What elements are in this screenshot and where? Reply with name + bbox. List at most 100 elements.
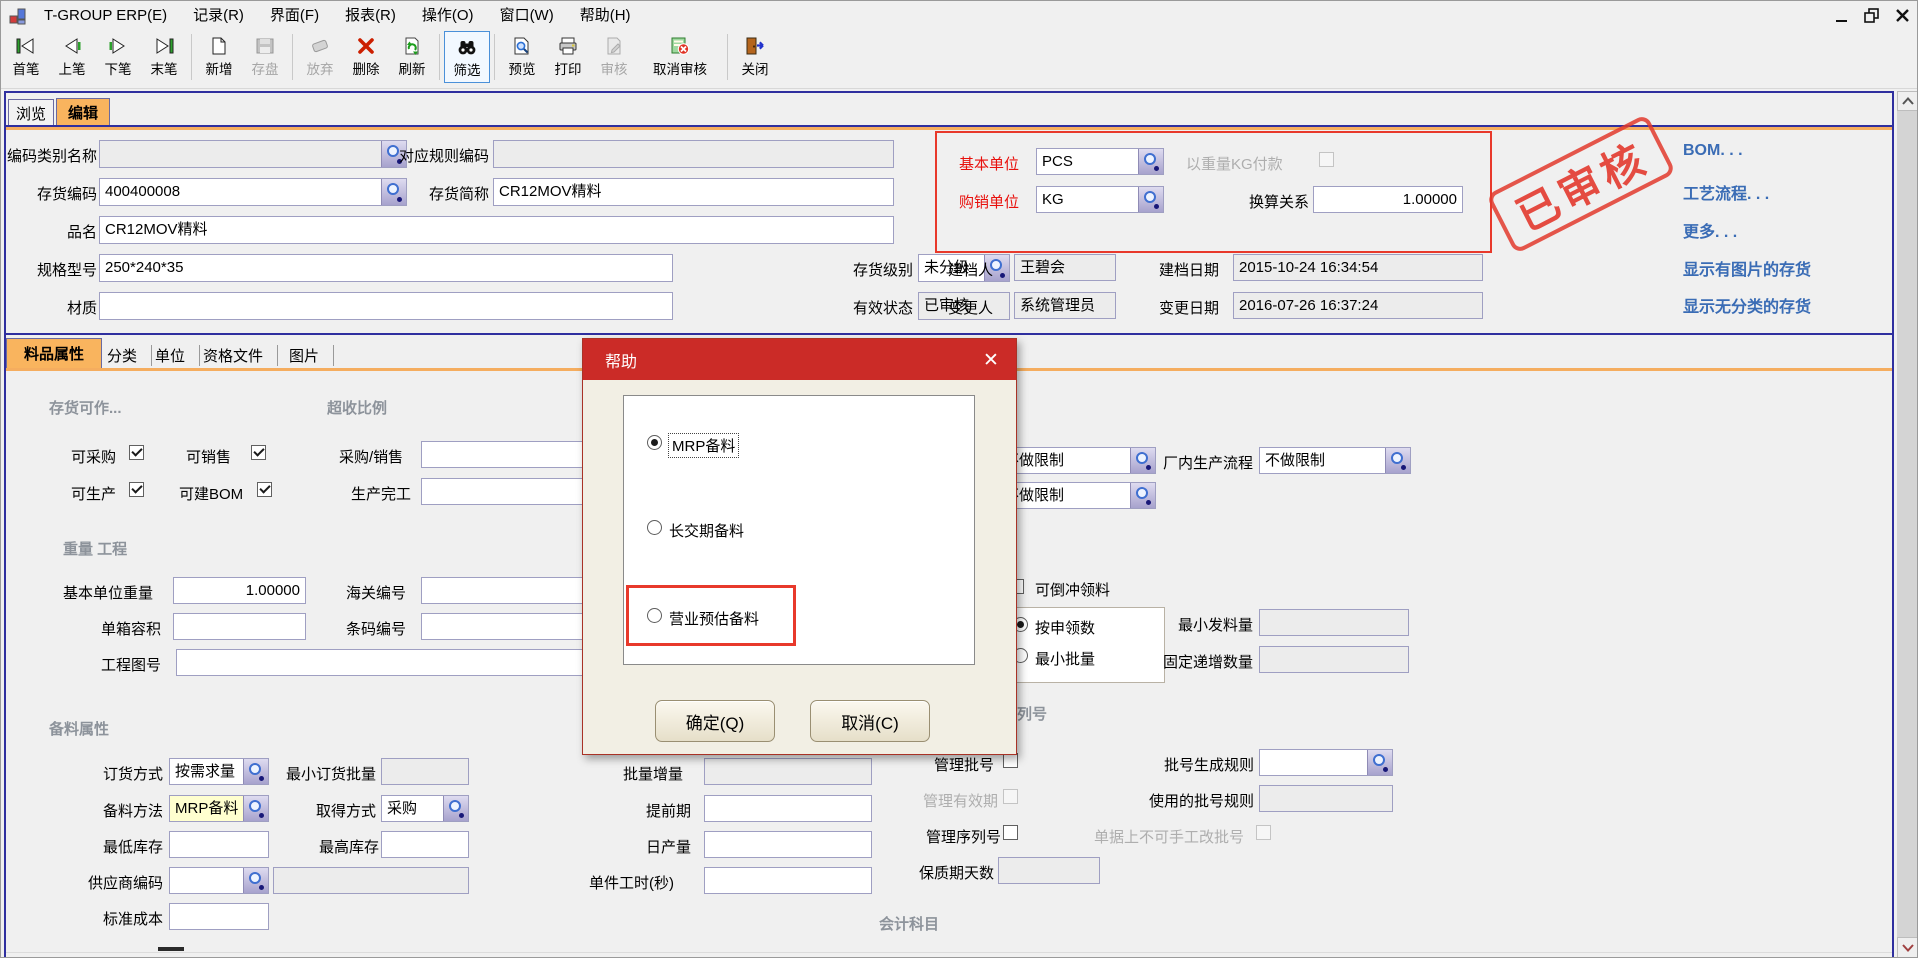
link-show-with-image[interactable]: 显示有图片的存货: [1683, 256, 1811, 280]
menu-operation[interactable]: 操作(O): [409, 1, 487, 31]
lookup-icon[interactable]: [243, 795, 269, 822]
menu-report[interactable]: 报表(R): [332, 1, 409, 31]
audit-button: 审核: [591, 31, 637, 83]
daily-output-field[interactable]: [704, 831, 872, 858]
manage-serial-checkbox[interactable]: [1003, 825, 1018, 840]
menu-record[interactable]: 记录(R): [180, 1, 257, 31]
product-name-field[interactable]: CR12MOV精料: [99, 216, 894, 244]
help-dialog-titlebar[interactable]: 帮助: [583, 339, 1016, 380]
refresh-button[interactable]: 刷新: [389, 31, 435, 83]
spec-field[interactable]: 250*240*35: [99, 254, 673, 282]
filter-button[interactable]: 筛选: [444, 31, 490, 83]
order-mode-field[interactable]: 按需求量: [169, 758, 269, 785]
option-long-lead-label[interactable]: 长交期备料: [669, 520, 744, 541]
box-volume-field[interactable]: [173, 613, 306, 640]
link-show-unclassified[interactable]: 显示无分类的存货: [1683, 293, 1811, 317]
menu-window[interactable]: 窗口(W): [487, 1, 567, 31]
supplier-code-field[interactable]: [169, 867, 269, 894]
base-unit-field[interactable]: PCS: [1036, 148, 1164, 175]
lookup-icon[interactable]: [1367, 749, 1393, 776]
print-button[interactable]: 打印: [545, 31, 591, 83]
factory-flow-field[interactable]: 不做限制: [1259, 447, 1411, 474]
restore-icon[interactable]: [1864, 8, 1880, 29]
fixed-increment-label: 固定递增数量: [1163, 651, 1253, 672]
option-mrp-radio[interactable]: [647, 435, 662, 450]
conversion-field[interactable]: 1.00000: [1313, 186, 1463, 213]
next-record-button[interactable]: 下笔: [95, 31, 141, 83]
subtab-item-unit[interactable]: 单位: [155, 345, 200, 366]
prepare-section-header: 备料属性: [49, 718, 109, 739]
sellable-checkbox[interactable]: [251, 445, 266, 460]
barcode-label: 条码编号: [346, 618, 406, 639]
supplier-code-label: 供应商编码: [88, 872, 163, 893]
vertical-scrollbar[interactable]: [1897, 91, 1918, 958]
menu-tgroup-erp[interactable]: T-GROUP ERP(E): [31, 1, 180, 31]
lookup-icon[interactable]: [443, 795, 469, 822]
max-stock-field[interactable]: [381, 831, 469, 858]
prev-record-button[interactable]: 上笔: [49, 31, 95, 83]
tab-edit[interactable]: 编辑: [56, 98, 110, 126]
trade-unit-field[interactable]: KG: [1036, 186, 1164, 213]
help-dialog: 帮助 ✕ MRP备料 长交期备料 营业预估备料 确定(Q) 取消(C): [582, 338, 1017, 755]
min-stock-label: 最低库存: [103, 836, 163, 857]
link-bom[interactable]: BOM. . .: [1683, 142, 1743, 160]
producible-checkbox[interactable]: [129, 482, 144, 497]
drawing-no-field[interactable]: [176, 649, 641, 676]
dialog-close-icon[interactable]: ✕: [980, 349, 1002, 371]
option-mrp-label[interactable]: MRP备料: [669, 434, 738, 457]
purchasable-label: 可采购: [71, 446, 116, 467]
subtab-item-category[interactable]: 分类: [107, 345, 152, 366]
lookup-icon[interactable]: [1130, 447, 1156, 474]
inv-abbr-field[interactable]: CR12MOV精料: [493, 178, 894, 206]
supply-limit-field-1[interactable]: 不做限制: [998, 447, 1156, 474]
new-button[interactable]: 新增: [196, 31, 242, 83]
std-cost-field[interactable]: [169, 903, 269, 930]
menu-help[interactable]: 帮助(H): [567, 1, 644, 31]
last-record-button[interactable]: 末笔: [141, 31, 187, 83]
scroll-up-button[interactable]: [1897, 91, 1918, 111]
scroll-down-button[interactable]: [1897, 937, 1918, 958]
first-record-button[interactable]: 首笔: [3, 31, 49, 83]
inv-code-value: 400400008: [105, 183, 180, 200]
close-window-button[interactable]: 关闭: [732, 31, 778, 83]
material-field[interactable]: [99, 292, 673, 320]
unit-time-field[interactable]: [704, 867, 872, 894]
batch-rule-field[interactable]: [1259, 749, 1393, 776]
link-more[interactable]: 更多. . .: [1683, 218, 1737, 242]
manage-batch-checkbox[interactable]: [1003, 753, 1018, 768]
menu-interface[interactable]: 界面(F): [257, 1, 332, 31]
option-long-lead-radio[interactable]: [647, 520, 662, 535]
manage-serial-label: 管理序列号: [926, 826, 1001, 847]
cancel-button[interactable]: 取消(C): [810, 700, 930, 742]
ok-button[interactable]: 确定(Q): [655, 700, 775, 742]
subtab-item-image[interactable]: 图片: [289, 345, 334, 366]
purchasable-checkbox[interactable]: [129, 445, 144, 460]
lead-time-field[interactable]: [704, 795, 872, 822]
preview-button[interactable]: 预览: [499, 31, 545, 83]
option-forecast-radio[interactable]: [647, 608, 662, 623]
prepare-method-field[interactable]: MRP备料: [169, 795, 269, 822]
base-weight-field[interactable]: 1.00000: [173, 577, 306, 604]
subtab-item-attributes[interactable]: 料品属性: [6, 338, 102, 368]
cancel-audit-button[interactable]: 取消审核: [637, 31, 723, 83]
acquire-mode-label: 取得方式: [316, 800, 376, 821]
inv-code-field[interactable]: 400400008: [99, 178, 407, 206]
supply-limit-field-2[interactable]: 不做限制: [998, 482, 1156, 509]
lookup-icon[interactable]: [381, 178, 407, 206]
lookup-icon[interactable]: [243, 758, 269, 785]
link-process-flow[interactable]: 工艺流程. . .: [1683, 180, 1769, 204]
lookup-icon[interactable]: [1138, 186, 1164, 213]
lookup-icon[interactable]: [1138, 148, 1164, 175]
close-icon[interactable]: [1895, 8, 1911, 29]
min-stock-field[interactable]: [169, 831, 269, 858]
tab-browse[interactable]: 浏览: [8, 99, 54, 126]
option-forecast-label[interactable]: 营业预估备料: [669, 608, 759, 629]
subtab-item-qualification[interactable]: 资格文件: [203, 345, 278, 366]
delete-button[interactable]: 删除: [343, 31, 389, 83]
lookup-icon[interactable]: [1385, 447, 1411, 474]
minimize-icon[interactable]: [1834, 9, 1850, 30]
lookup-icon[interactable]: [1130, 482, 1156, 509]
acquire-mode-field[interactable]: 采购: [381, 795, 469, 822]
can-bom-checkbox[interactable]: [257, 482, 272, 497]
lookup-icon[interactable]: [243, 867, 269, 894]
